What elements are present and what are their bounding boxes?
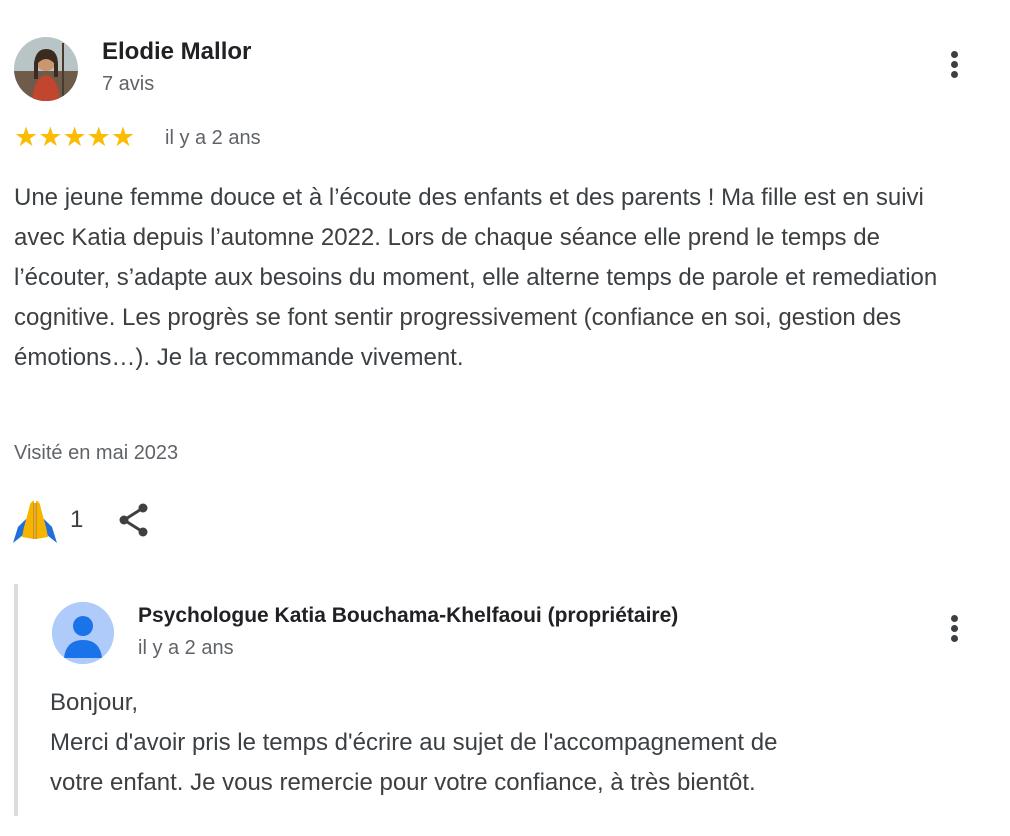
share-icon (119, 503, 148, 537)
more-vertical-icon (950, 51, 958, 58)
share-button[interactable] (116, 500, 152, 540)
reply-text: Bonjour, Merci d'avoir pris le temps d'é… (50, 683, 950, 803)
reviewer-avatar[interactable] (14, 37, 78, 101)
reply-divider (14, 584, 18, 816)
star-icon: ★ (62, 122, 87, 152)
reviewer-name[interactable]: Elodie Mallor (102, 38, 251, 66)
reaction-count: 1 (70, 506, 84, 533)
review-date: il y a 2 ans (165, 127, 261, 149)
reply-date: il y a 2 ans (138, 637, 234, 659)
star-icon: ★ (110, 122, 136, 152)
person-icon (52, 602, 114, 664)
reply-more-options-button[interactable] (942, 612, 966, 652)
review-text: Une jeune femme douce et à l’écoute des … (14, 184, 938, 371)
reaction-button[interactable] (10, 497, 60, 545)
star-icon: ★ (38, 122, 63, 152)
owner-name[interactable]: Psychologue Katia Bouchama-Khelfaoui (pr… (138, 604, 678, 628)
reply-line: votre enfant. Je vous remercie pour votr… (50, 769, 756, 796)
reply-line: Bonjour, (50, 689, 139, 716)
reviewer-photo (14, 37, 78, 101)
more-vertical-icon (950, 615, 958, 622)
star-icon: ★ (86, 122, 111, 152)
visited-date: Visité en mai 2023 (14, 442, 179, 464)
star-icon: ★ (14, 122, 39, 152)
reply-line: Merci d'avoir pris le temps d'écrire au … (50, 729, 778, 756)
star-rating: ★ ★ ★ ★ ★ (14, 124, 135, 151)
owner-avatar[interactable] (52, 602, 114, 664)
reviewer-review-count: 7 avis (102, 73, 155, 95)
review-more-options-button[interactable] (942, 48, 966, 88)
praying-hands-icon (13, 501, 57, 543)
